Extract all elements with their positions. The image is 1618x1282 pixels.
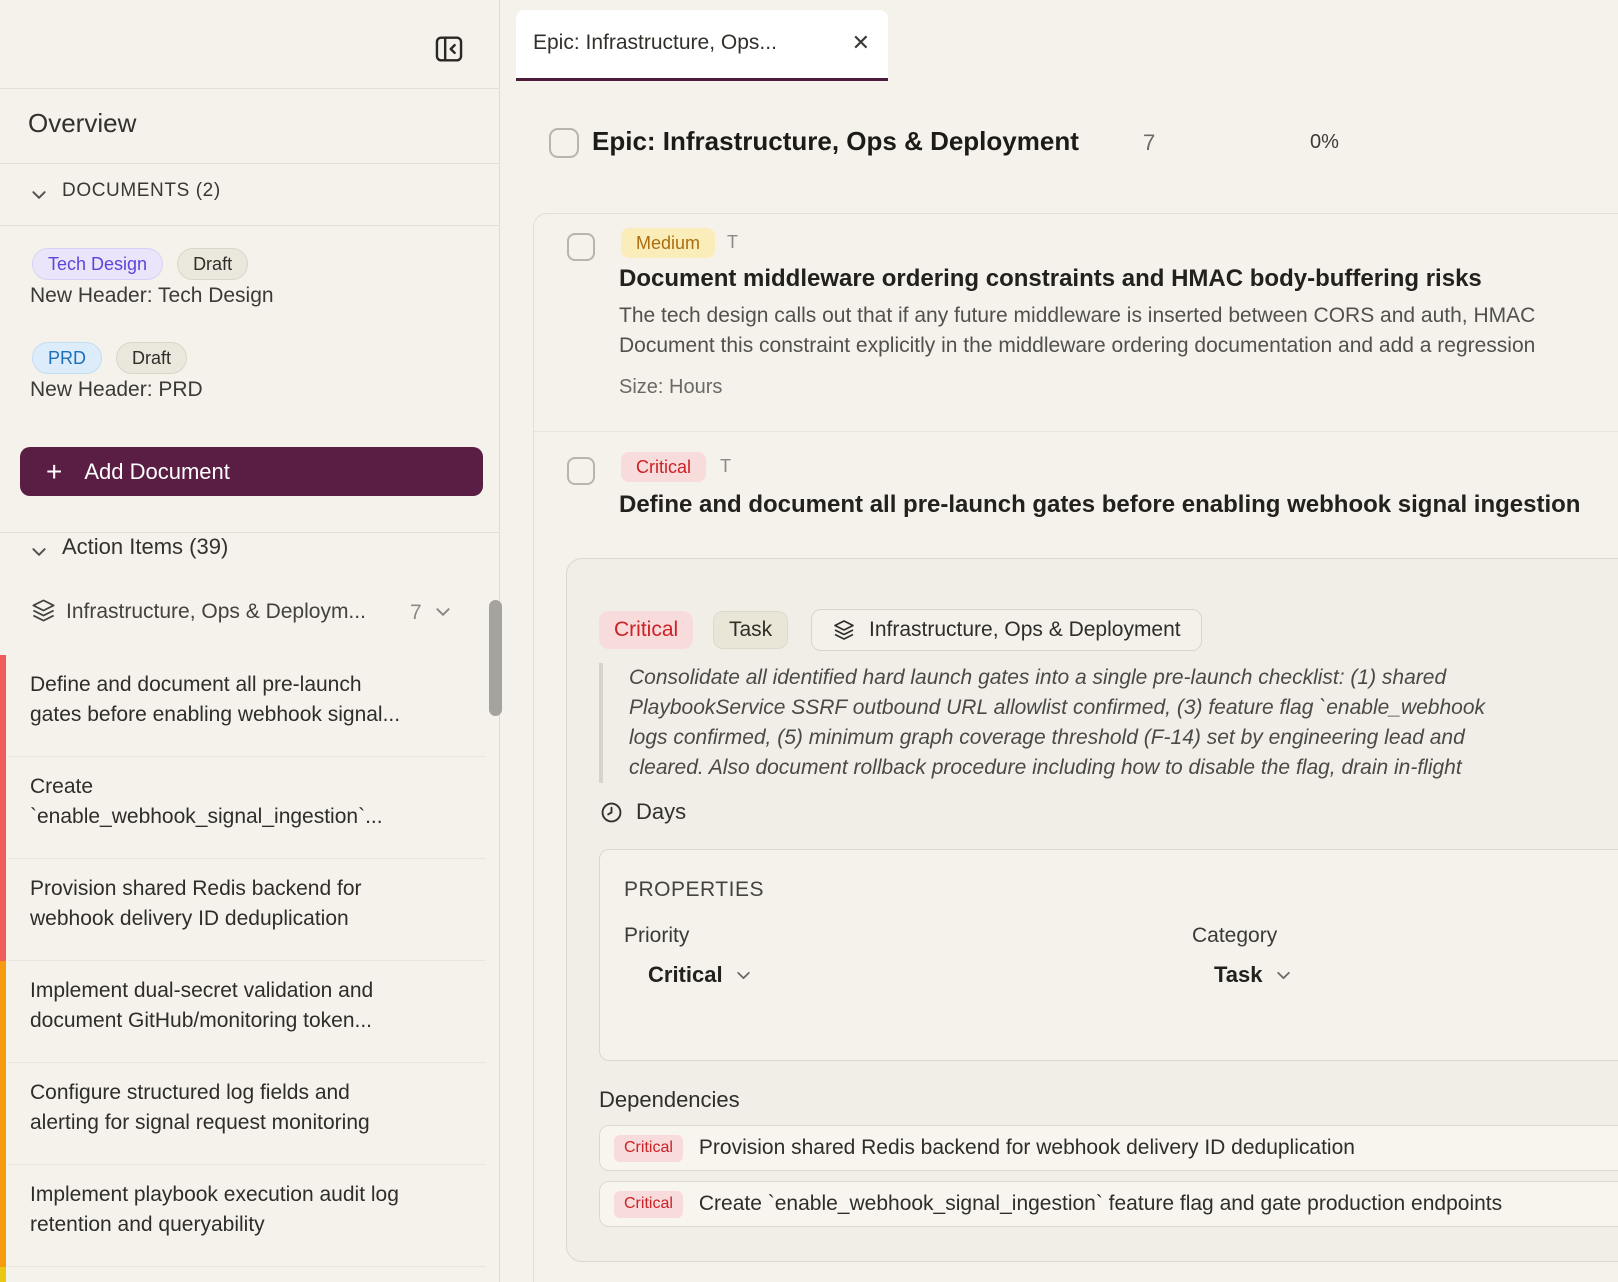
collapse-sidebar-icon bbox=[432, 32, 466, 66]
priority-bar bbox=[0, 961, 6, 1063]
priority-badge: Critical bbox=[614, 1191, 683, 1218]
plus-icon: + bbox=[46, 458, 62, 486]
priority-bar bbox=[0, 1165, 6, 1267]
category-badge: Task bbox=[713, 611, 788, 649]
action-items-group-header[interactable]: Infrastructure, Ops & Deploym... 7 bbox=[0, 592, 470, 636]
doc-type-badge: Tech Design bbox=[32, 248, 163, 280]
action-item[interactable]: Create`enable_webhook_signal_ingestion`.… bbox=[0, 757, 488, 859]
progress-percent: 0% bbox=[1310, 131, 1339, 154]
divider bbox=[0, 225, 500, 226]
clock-icon bbox=[599, 800, 624, 825]
chevron-down-icon[interactable] bbox=[434, 603, 452, 621]
tab-active-underline bbox=[516, 78, 888, 81]
properties-box: PROPERTIES Priority Critical Category Ta… bbox=[599, 849, 1618, 1061]
action-item[interactable]: Implement playbook execution audit logre… bbox=[0, 1165, 488, 1267]
tab-epic[interactable]: Epic: Infrastructure, Ops... ✕ bbox=[516, 10, 888, 81]
epic-checkbox[interactable] bbox=[549, 128, 579, 158]
task-description-line: The tech design calls out that if any fu… bbox=[619, 304, 1618, 328]
doc-type-badge: PRD bbox=[32, 342, 102, 374]
size-row: Days bbox=[599, 799, 686, 825]
priority-label: Priority bbox=[624, 924, 689, 948]
category-label: Category bbox=[1192, 924, 1277, 948]
group-pill[interactable]: Infrastructure, Ops & Deployment bbox=[811, 609, 1202, 651]
task-checkbox[interactable] bbox=[567, 233, 595, 261]
size-value: Days bbox=[636, 799, 686, 825]
priority-badge: Critical bbox=[599, 611, 693, 649]
dependency-text: Create `enable_webhook_signal_ingestion`… bbox=[699, 1192, 1502, 1216]
group-label: Infrastructure, Ops & Deploym... bbox=[66, 600, 366, 624]
priority-bar bbox=[0, 655, 6, 757]
dependency-item[interactable]: Critical Create `enable_webhook_signal_i… bbox=[599, 1181, 1618, 1227]
app-window: Overview DOCUMENTS (2) Tech Design Draft… bbox=[0, 0, 1618, 1282]
chevron-down-icon bbox=[1275, 967, 1292, 984]
sidebar-scrollbar-thumb[interactable] bbox=[489, 600, 502, 716]
document-item-badges: Tech Design Draft bbox=[32, 248, 248, 280]
task-checkbox[interactable] bbox=[567, 457, 595, 485]
divider bbox=[534, 431, 1618, 432]
priority-badge: Medium bbox=[621, 228, 715, 258]
task-title[interactable]: Document middleware ordering constraints… bbox=[619, 265, 1618, 293]
document-item[interactable]: New Header: PRD bbox=[30, 378, 203, 402]
dependencies-header: Dependencies bbox=[599, 1087, 740, 1113]
priority-bar bbox=[0, 859, 6, 961]
task-description-line: Document this constraint explicitly in t… bbox=[619, 334, 1618, 358]
chevron-down-icon[interactable] bbox=[30, 543, 48, 561]
sidebar-item-overview[interactable]: Overview bbox=[28, 108, 136, 139]
document-item-badges: PRD Draft bbox=[32, 342, 187, 374]
action-items-section-header[interactable]: Action Items (39) bbox=[62, 534, 228, 560]
task-type-letter: T bbox=[720, 456, 731, 477]
add-document-label: Add Document bbox=[84, 459, 230, 485]
close-icon[interactable]: ✕ bbox=[852, 30, 870, 56]
priority-bar bbox=[0, 1063, 6, 1165]
action-item[interactable]: Define and document all pre-launchgates … bbox=[0, 655, 488, 757]
task-size: Size: Hours bbox=[619, 376, 722, 399]
layers-icon bbox=[30, 597, 57, 624]
collapse-sidebar-button[interactable] bbox=[428, 28, 470, 70]
chevron-down-icon bbox=[735, 967, 752, 984]
action-item[interactable]: Provision shared Redis backend forwebhoo… bbox=[0, 859, 488, 961]
dependency-text: Provision shared Redis backend for webho… bbox=[699, 1136, 1355, 1160]
category-dropdown[interactable]: Task bbox=[1214, 962, 1292, 988]
layers-icon bbox=[832, 618, 856, 642]
task-detail-panel: Critical Task Infrastructure, Ops & Depl… bbox=[566, 558, 1618, 1262]
divider bbox=[0, 163, 500, 164]
group-count: 7 bbox=[410, 601, 422, 625]
properties-header: PROPERTIES bbox=[624, 878, 764, 902]
action-item[interactable]: Configure structured log fields andalert… bbox=[0, 1063, 488, 1165]
dependency-item[interactable]: Critical Provision shared Redis backend … bbox=[599, 1125, 1618, 1171]
priority-bar bbox=[0, 1267, 6, 1282]
divider bbox=[0, 532, 500, 533]
action-item-partial[interactable] bbox=[0, 1267, 488, 1282]
sidebar: Overview DOCUMENTS (2) Tech Design Draft… bbox=[0, 0, 500, 1282]
task-title[interactable]: Define and document all pre-launch gates… bbox=[619, 491, 1618, 519]
priority-badge: Critical bbox=[614, 1135, 683, 1162]
doc-status-badge: Draft bbox=[116, 342, 187, 374]
priority-dropdown[interactable]: Critical bbox=[648, 962, 752, 988]
task-count: 7 bbox=[1143, 130, 1155, 156]
priority-badge: Critical bbox=[621, 452, 706, 482]
documents-section-header[interactable]: DOCUMENTS (2) bbox=[62, 180, 221, 202]
page-title: Epic: Infrastructure, Ops & Deployment bbox=[592, 126, 1079, 157]
divider bbox=[0, 88, 500, 89]
chevron-down-icon[interactable] bbox=[30, 186, 48, 204]
task-description-quote: Consolidate all identified hard launch g… bbox=[599, 663, 1485, 783]
doc-status-badge: Draft bbox=[177, 248, 248, 280]
tab-title: Epic: Infrastructure, Ops... bbox=[533, 31, 777, 55]
add-document-button[interactable]: + Add Document bbox=[20, 447, 483, 496]
task-type-letter: T bbox=[727, 232, 738, 253]
group-pill-label: Infrastructure, Ops & Deployment bbox=[869, 618, 1181, 642]
document-item[interactable]: New Header: Tech Design bbox=[30, 284, 274, 308]
action-item[interactable]: Implement dual-secret validation anddocu… bbox=[0, 961, 488, 1063]
priority-bar bbox=[0, 757, 6, 859]
